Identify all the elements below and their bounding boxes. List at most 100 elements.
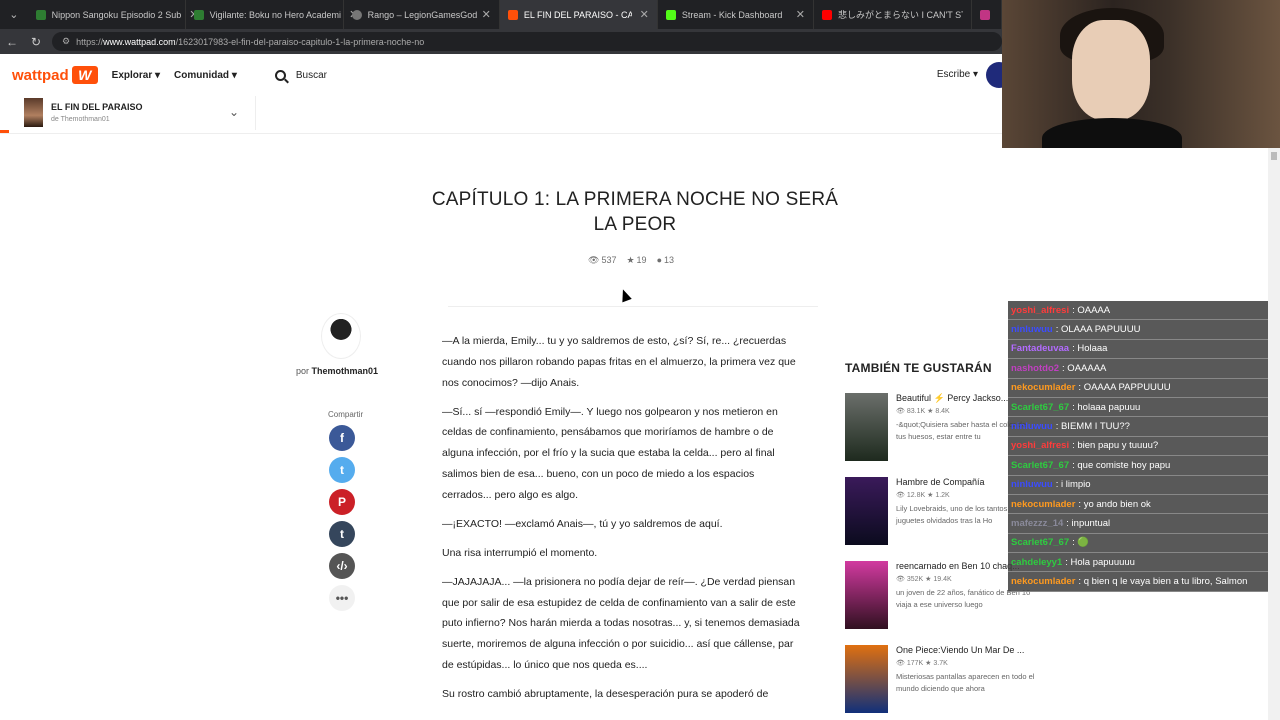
chat-username: nekocumlader [1011,498,1076,510]
chat-message: nashotdo2: OAAAAA [1008,359,1268,379]
chat-text: : OLAAA PAPUUUU [1055,324,1141,336]
tab-nippon-sangoku[interactable]: Nippon Sangoku Episodio 2 Sub ✕ [28,0,198,29]
chat-username: ninluwuu [1011,479,1053,491]
chevron-down-icon[interactable]: ⌄ [229,105,239,119]
url-path: /1623017983-el-fin-del-paraiso-capitulo-… [175,36,425,47]
story-title[interactable]: EL FIN DEL PARAISO [51,102,143,112]
star-icon: ★ [626,255,635,265]
comments-stat: ● 13 [657,255,674,266]
comment-icon: ● [656,255,662,265]
close-icon[interactable]: ✕ [482,8,491,21]
story-cover[interactable] [24,98,43,127]
back-arrow-icon[interactable]: ← [0,35,24,49]
chat-text: : i limpio [1055,479,1091,491]
recommendation-item[interactable]: One Piece:Viendo Un Mar De ... 👁 177K ★ … [845,645,1034,715]
wattpad-header: wattpad W Explorar ▾ Comunidad ▾ Buscar … [0,54,1012,96]
chat-username: ninluwuu [1011,324,1053,336]
book-title[interactable]: One Piece:Viendo Un Mar De ... [896,645,1031,655]
reads-count: 83.1K [906,408,926,415]
tab-rango[interactable]: Rango – LegionGamesGod ✕ [344,0,500,29]
chat-message: ninluwuu: OLAAA PAPUUUU [1008,320,1268,340]
pinterest-share-icon[interactable]: P [329,489,355,515]
chat-text: : que comiste hoy papu [1072,459,1171,471]
author-name[interactable]: Themothman01 [312,366,379,376]
reads-count: 12.8K [906,492,926,499]
close-icon[interactable]: ✕ [640,8,649,21]
site-info-icon[interactable]: ⚙ [62,36,70,47]
chat-text: : Holaaa [1072,343,1108,355]
logo-text: wattpad [12,66,69,84]
tab-kick[interactable]: Stream - Kick Dashboard ✕ [658,0,815,29]
chat-username: Fantadeuvaa [1011,343,1070,355]
book-stats: 👁 352K ★ 19.4K [896,576,952,583]
tab-label: 悲しみがとまらない I CAN'T STOP T [838,10,963,20]
reload-icon[interactable]: ↻ [24,35,48,49]
chat-username: nekocumlader [1011,576,1076,588]
chat-text: : BIEMM I TUU?? [1055,421,1130,433]
chat-message: nekocumlader: q bien q le vaya bien a tu… [1008,572,1268,592]
reads-count: 537 [601,255,617,265]
scrollbar-thumb[interactable] [1271,152,1277,160]
paragraph: —Sí... sí —respondió Emily—. Y luego nos… [442,405,778,501]
votes-count: 19 [636,255,647,265]
more-options-icon[interactable]: ••• [329,585,355,611]
divider [448,306,818,307]
tab-label: Vigilante: Boku no Hero Academi [209,9,342,20]
page-scrollbar[interactable] [1268,148,1280,720]
tab-youtube[interactable]: 悲しみがとまらない I CAN'T STOP T [814,0,973,29]
youtube-icon [822,9,833,20]
wattpad-logo[interactable]: wattpad W [12,66,98,84]
chat-username: yoshi_alfresi [1011,304,1070,316]
chat-username: nashotdo2 [1011,362,1060,374]
chat-message: ninluwuu: i limpio [1008,475,1268,495]
paragraph: —¡EXACTO! —exclamó Anais—, tú y yo saldr… [442,517,723,530]
tab-wattpad-active[interactable]: EL FIN DEL PARAISO - CAPÍTULO 1 ✕ [499,0,658,29]
chat-message: ninluwuu: BIEMM I TUU?? [1008,417,1268,437]
chapter-title: CAPÍTULO 1: LA PRIMERA NOCHE NO SERÁ LA … [431,189,839,235]
embed-share-icon[interactable]: ‹/› [329,553,355,579]
chat-text: : OAAAA PAPPUUUU [1078,382,1171,394]
tab-vigilante[interactable]: Vigilante: Boku no Hero Academi ✕ [186,0,358,29]
tab-search-button[interactable]: ⌄ [0,0,28,29]
story-author[interactable]: de Themothman01 [51,116,110,123]
chat-username: ninluwuu [1011,421,1053,433]
recommendation-item[interactable]: Beautiful ⚡ Percy Jackso... 👁 83.1K ★ 8.… [845,393,1026,463]
tab-label: EL FIN DEL PARAISO - CAPÍTULO 1 [523,9,632,20]
chat-message: cahdeleyy1: Hola papuuuuu [1008,553,1268,573]
recommendation-item[interactable]: Hambre de Compañía 👁 12.8K ★ 1.2K Lily L… [845,477,1007,547]
book-cover[interactable] [845,477,888,545]
chat-text: : OAAAAA [1062,362,1107,374]
votes-count: 19.4K [933,576,952,583]
chat-username: Scarlet67_67 [1011,537,1070,549]
book-cover[interactable] [845,645,888,713]
explore-menu[interactable]: Explorar ▾ [112,70,160,81]
search-box[interactable]: Buscar [274,69,327,81]
community-menu[interactable]: Comunidad ▾ [174,70,237,81]
author-avatar[interactable] [321,313,361,359]
votes-count: 8.4K [935,408,950,415]
tumblr-share-icon[interactable]: t [329,521,355,547]
paragraph: —JAJAJAJA... —la prisionera no podía dej… [442,575,800,671]
chat-username: nekocumlader [1011,382,1076,394]
chat-text: : 🟢 [1072,537,1090,549]
votes-count: 1.2K [935,492,950,499]
book-cover[interactable] [845,561,888,629]
book-cover[interactable] [845,393,888,461]
url-prefix: https:// [76,36,104,47]
share-label: Compartir [328,410,364,419]
close-icon[interactable]: ✕ [796,8,805,21]
votes-count: 3.7K [933,660,948,667]
reads-count: 177K [906,660,924,667]
tab-instagram[interactable] [972,0,1002,29]
tab-label: Stream - Kick Dashboard [681,9,783,20]
twitter-share-icon[interactable]: t [329,457,355,483]
site-icon [35,9,46,20]
chat-text: : OAAAA [1072,304,1111,316]
book-stats: 👁 177K ★ 3.7K [896,660,948,667]
write-menu[interactable]: Escribe ▾ [937,69,978,80]
url-input[interactable]: ⚙ https://www.wattpad.com/1623017983-el-… [52,32,1002,51]
story-bar: EL FIN DEL PARAISO de Themothman01 ⌄ [0,96,1002,134]
recommendation-item[interactable]: reencarnado en Ben 10 chaq... 👁 352K ★ 1… [845,561,1030,631]
chat-message: yoshi_alfresi: bien papu y tuuuu? [1008,436,1268,457]
facebook-share-icon[interactable]: f [329,425,355,451]
